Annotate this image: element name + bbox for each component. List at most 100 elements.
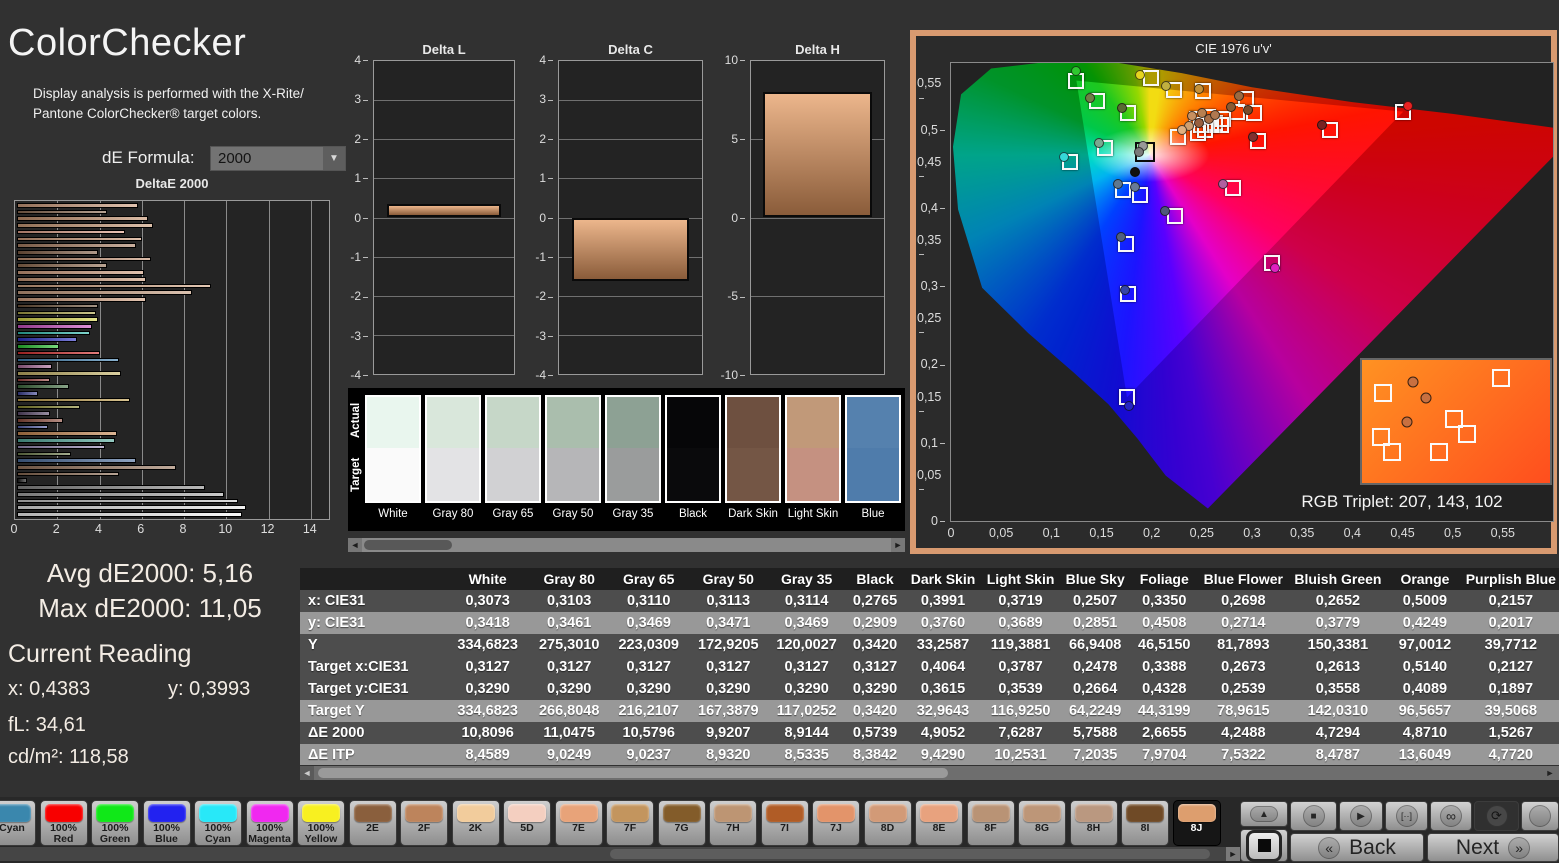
- blank-button[interactable]: [1521, 801, 1559, 831]
- table-cell: 0,2127: [1488, 659, 1534, 675]
- pattern-tab-7e[interactable]: 7E: [554, 800, 603, 846]
- deltae-bar: [17, 290, 193, 295]
- pattern-tab-2f[interactable]: 2F: [400, 800, 448, 846]
- pattern-tab-7i[interactable]: 7I: [760, 800, 809, 846]
- deltae-bar: [17, 256, 151, 262]
- scroll-left-icon[interactable]: ◄: [348, 538, 362, 552]
- color-chip: [920, 804, 958, 822]
- deltae-bar-row: [17, 203, 327, 208]
- scroll-right-icon[interactable]: ►: [891, 538, 905, 552]
- scroll-left-icon[interactable]: ◄: [300, 766, 314, 780]
- deltae-bar: [17, 404, 80, 410]
- pattern-tab-100-blue[interactable]: 100% Blue: [142, 800, 191, 846]
- tab-label: 8E: [932, 822, 946, 834]
- row-label: Target y:CIE31: [308, 681, 409, 697]
- deltae-bar: [17, 424, 49, 430]
- next-label: Next: [1455, 835, 1500, 859]
- tab-scrollbar[interactable]: ►: [0, 847, 1240, 861]
- measured-point: [1217, 178, 1228, 189]
- deltae-bar: [17, 357, 120, 363]
- collapse-up-button[interactable]: ▲: [1240, 801, 1288, 827]
- color-chip: [405, 804, 443, 822]
- measured-point: [1071, 65, 1082, 76]
- pattern-tab-100-green[interactable]: 100% Green: [91, 800, 139, 846]
- delta-bar: [762, 92, 873, 218]
- deltae-bar: [17, 451, 72, 457]
- actual-color: [427, 397, 479, 448]
- deltae-bar-row: [17, 310, 327, 316]
- next-button[interactable]: Next »: [1427, 833, 1559, 862]
- pattern-tab-8d[interactable]: 8D: [863, 800, 912, 846]
- tab-label: 7F: [623, 822, 637, 834]
- pattern-tab-8h[interactable]: 8H: [1069, 800, 1118, 846]
- deltae-bar: [17, 270, 145, 275]
- tab-scrollbar-handle[interactable]: [610, 849, 1210, 859]
- table-cell: 10,8096: [461, 725, 514, 741]
- pattern-tab-8e[interactable]: 8E: [915, 800, 963, 846]
- swatch-label: Black: [678, 508, 708, 520]
- pattern-tab-7j[interactable]: 7J: [812, 800, 860, 846]
- color-chip: [1023, 804, 1061, 822]
- table-cell: 9,0237: [626, 747, 671, 763]
- deltae-bar-row: [17, 384, 327, 389]
- deltae-x-tick: 2: [52, 522, 60, 536]
- pattern-tab-cyan[interactable]: Cyan: [0, 800, 36, 846]
- play-button[interactable]: ▶: [1339, 801, 1383, 831]
- pattern-tab-2k[interactable]: 2K: [451, 800, 500, 846]
- table-cell: 0,3469: [626, 615, 671, 631]
- de-formula-select[interactable]: 2000 ▼: [210, 146, 346, 171]
- table-scrollbar-handle[interactable]: [318, 768, 948, 778]
- table-cell: 8,5335: [784, 747, 829, 763]
- actual-color: [847, 397, 899, 448]
- tab-label: 8G: [1034, 822, 1049, 834]
- inset-target-point: [1458, 424, 1477, 443]
- gridline: [374, 139, 514, 141]
- gridline: [374, 334, 514, 336]
- pattern-tab-8i[interactable]: 8I: [1121, 800, 1169, 846]
- pattern-tab-100-cyan[interactable]: 100% Cyan: [194, 800, 242, 846]
- pattern-tab-7h[interactable]: 7H: [709, 800, 757, 846]
- pattern-tab-2e[interactable]: 2E: [348, 800, 397, 846]
- swatch-scrollbar[interactable]: ◄ ►: [348, 538, 905, 552]
- refresh-button[interactable]: ⟳: [1474, 801, 1519, 831]
- deltae-bar: [17, 216, 149, 222]
- pattern-tab-7g[interactable]: 7G: [657, 800, 706, 846]
- range-button[interactable]: [··]: [1385, 801, 1428, 831]
- tick-label: 2: [539, 132, 553, 146]
- colorchecker-swatch: Gray 80: [423, 395, 483, 531]
- table-cell: 9,4290: [920, 747, 966, 763]
- deltae-bar-row: [17, 471, 327, 477]
- scroll-right-icon[interactable]: ►: [1226, 847, 1240, 861]
- deltae-bar-row: [17, 263, 327, 269]
- actual-color: [487, 397, 539, 448]
- pattern-tab-100-red[interactable]: 100% Red: [39, 800, 88, 846]
- stop-pattern-button[interactable]: [1240, 829, 1288, 862]
- current-reading-title: Current Reading: [8, 640, 192, 668]
- swatch-scrollbar-handle[interactable]: [364, 540, 452, 550]
- stop-button[interactable]: ■: [1290, 801, 1337, 831]
- deltae-bar-row: [17, 216, 327, 222]
- pattern-tab-7f[interactable]: 7F: [606, 800, 654, 846]
- delta-h-y-axis: 10 5 0 -5 -10: [713, 53, 748, 382]
- pattern-tab-100-magenta[interactable]: 100% Magenta: [245, 800, 294, 846]
- pattern-tab-100-yellow[interactable]: 100% Yellow: [297, 800, 345, 846]
- table-header-row: White Gray 80 Gray 65 Gray 50 Gray 35 Black Da…: [300, 568, 1559, 590]
- color-chip: [611, 804, 649, 822]
- back-button[interactable]: « Back: [1290, 833, 1424, 862]
- pattern-tab-8f[interactable]: 8F: [966, 800, 1015, 846]
- table-cell: 4,7294: [1315, 725, 1361, 741]
- table-cell: 120,0027: [776, 637, 837, 653]
- pattern-tab-8j[interactable]: 8J: [1172, 800, 1221, 846]
- deltae-bar-row: [17, 377, 327, 383]
- pattern-tab-8g[interactable]: 8G: [1018, 800, 1066, 846]
- table-cell: 167,3879: [698, 703, 759, 719]
- table-scrollbar[interactable]: ◄ ►: [300, 766, 1559, 780]
- gridline: [374, 100, 514, 102]
- pattern-tab-5d[interactable]: 5D: [503, 800, 551, 846]
- table-cell: 11,0475: [543, 725, 595, 741]
- deltae-bar-row: [17, 485, 327, 490]
- loop-button[interactable]: ∞: [1430, 801, 1472, 831]
- table-cell: 0,3461: [547, 615, 592, 631]
- table-row: x: CIE31 0,3073 0,3103 0,3110 0,3113 0,3114 0,…: [300, 590, 1559, 612]
- scroll-right-icon[interactable]: ►: [1543, 766, 1557, 780]
